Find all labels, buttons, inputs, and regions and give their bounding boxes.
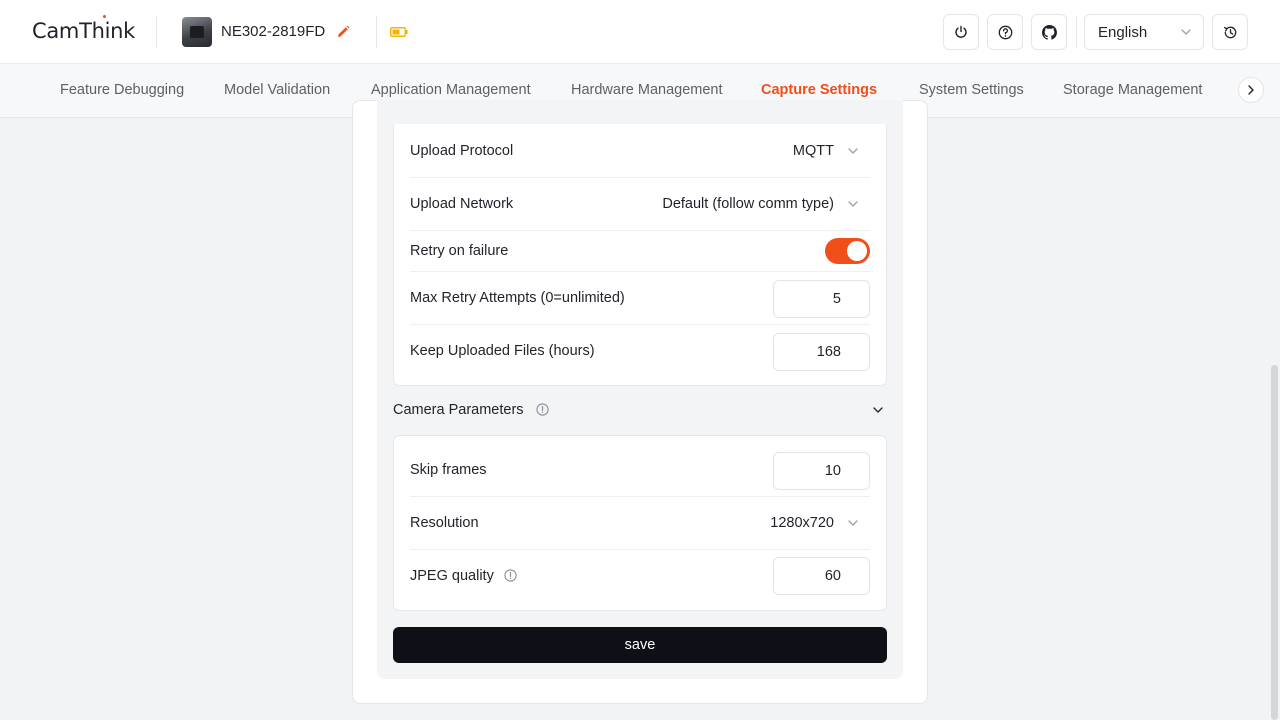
tab-model-validation[interactable]: Model Validation xyxy=(224,64,330,118)
retry-on-failure-row: Retry on failure xyxy=(410,230,870,271)
save-button[interactable]: save xyxy=(393,627,887,663)
page-scrollbar-thumb[interactable] xyxy=(1271,365,1278,720)
resolution-select[interactable]: 1280x720 xyxy=(770,515,870,531)
chevron-down-icon xyxy=(848,520,858,526)
toggle-knob xyxy=(847,241,867,261)
pencil-edit-icon[interactable] xyxy=(335,24,351,40)
power-icon xyxy=(955,25,967,38)
jpeg-quality-label-wrap: JPEG quality xyxy=(410,568,517,584)
upload-network-label: Upload Network xyxy=(410,196,514,212)
tab-storage-management[interactable]: Storage Management xyxy=(1063,64,1202,118)
skip-frames-label: Skip frames xyxy=(410,462,487,478)
upload-protocol-value: MQTT xyxy=(792,143,834,159)
upload-network-row: Upload Network Default (follow comm type… xyxy=(410,177,870,230)
language-select[interactable]: English xyxy=(1084,14,1204,50)
github-icon xyxy=(1041,24,1057,40)
upload-protocol-select[interactable]: MQTT xyxy=(793,143,870,159)
header-divider xyxy=(376,16,377,48)
info-icon[interactable] xyxy=(504,569,517,582)
language-value: English xyxy=(1098,24,1148,41)
camthink-logo[interactable]: CamThink xyxy=(32,15,136,43)
tabs-scroll-next-button[interactable] xyxy=(1238,77,1264,103)
max-retry-input[interactable]: 5 xyxy=(773,280,870,318)
device-thumbnail xyxy=(182,17,212,47)
upload-network-value: Default (follow comm type) xyxy=(662,196,834,212)
chevron-down-icon xyxy=(848,201,858,207)
tab-feature-debugging[interactable]: Feature Debugging xyxy=(60,64,184,118)
battery-icon xyxy=(390,27,408,37)
resolution-value: 1280x720 xyxy=(770,515,834,531)
upload-protocol-label: Upload Protocol xyxy=(410,143,514,159)
camera-parameters-title: Camera Parameters xyxy=(393,402,524,418)
app-header: CamThink NE302-2819FD English xyxy=(0,0,1280,64)
logo-text: CamThink xyxy=(32,19,136,43)
header-divider xyxy=(1076,16,1077,48)
jpeg-quality-label: JPEG quality xyxy=(410,568,494,584)
keep-files-label: Keep Uploaded Files (hours) xyxy=(410,343,595,359)
keep-files-input[interactable]: 168 xyxy=(773,333,870,371)
header-divider xyxy=(156,16,157,48)
chevron-right-icon xyxy=(1248,85,1254,95)
retry-on-failure-toggle[interactable] xyxy=(825,238,870,264)
retry-on-failure-label: Retry on failure xyxy=(410,243,509,259)
resolution-label: Resolution xyxy=(410,515,479,531)
logo-accent-dot xyxy=(103,15,106,18)
device-name: NE302-2819FD xyxy=(221,23,326,40)
chevron-down-icon xyxy=(848,148,858,154)
history-button[interactable] xyxy=(1212,14,1248,50)
collapse-chevron-down-icon[interactable] xyxy=(872,405,884,415)
upload-network-select[interactable]: Default (follow comm type) xyxy=(662,196,870,212)
power-button[interactable] xyxy=(943,14,979,50)
resolution-row: Resolution 1280x720 xyxy=(410,496,870,549)
github-button[interactable] xyxy=(1031,14,1067,50)
max-retry-label: Max Retry Attempts (0=unlimited) xyxy=(410,290,625,306)
help-question-icon xyxy=(998,25,1012,39)
info-icon[interactable] xyxy=(535,403,549,416)
history-icon xyxy=(1223,26,1236,38)
help-button[interactable] xyxy=(987,14,1023,50)
tab-system-settings[interactable]: System Settings xyxy=(919,64,1024,118)
camera-parameters-header[interactable]: Camera Parameters xyxy=(393,402,549,418)
jpeg-quality-input[interactable]: 60 xyxy=(773,557,870,595)
upload-protocol-row: Upload Protocol MQTT xyxy=(410,124,870,177)
chevron-down-icon xyxy=(1181,29,1191,35)
skip-frames-input[interactable]: 10 xyxy=(773,452,870,490)
